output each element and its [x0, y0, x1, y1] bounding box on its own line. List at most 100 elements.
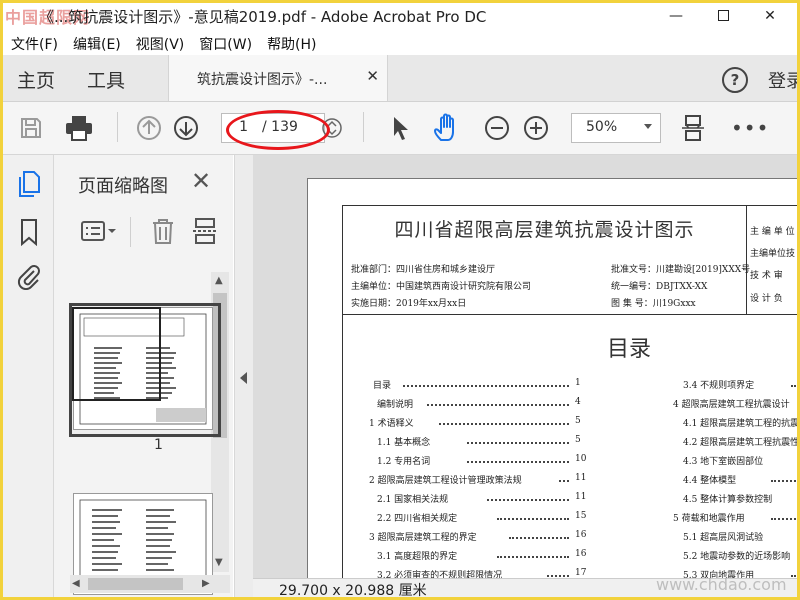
close-window-button[interactable]: ✕	[747, 3, 793, 28]
scroll-right-arrow-icon[interactable]: ▶	[202, 578, 210, 589]
toc-entry[interactable]: 4.3 地下室嵌固部位	[683, 454, 763, 467]
meta-atlas-no: 图 集 号：川19Gxxx	[611, 299, 696, 309]
toc-page-number: 16	[575, 530, 587, 540]
side-block: 主 编 单 位 主编单位技 技 术 审 设 计 负	[746, 206, 797, 315]
scroll-left-arrow-icon[interactable]: ◀	[72, 578, 80, 589]
zoom-value: 50%	[586, 119, 618, 135]
close-panel-icon[interactable]: ✕	[191, 167, 211, 195]
help-icon[interactable]: ?	[722, 67, 748, 93]
menu-edit[interactable]: 编辑(E)	[65, 30, 128, 54]
toc-page-number: 11	[575, 473, 587, 483]
panel-collapse-handle[interactable]	[234, 155, 254, 597]
toc-entry[interactable]: 3 超限高层建筑工程的界定	[369, 530, 477, 543]
panel-title: 页面缩略图	[78, 176, 168, 197]
page-size-readout: 29.700 x 20.988 厘米	[279, 583, 427, 599]
title-block: 四川省超限高层建筑抗震设计图示 批准部门：四川省住房和城乡建设厅 主编单位：中国…	[343, 206, 751, 315]
next-page-icon[interactable]	[170, 112, 202, 144]
toc-entry[interactable]: 3.1 高度超限的界定	[377, 549, 457, 562]
fit-page-icon[interactable]	[677, 112, 709, 144]
toc-leader-dots	[559, 480, 569, 482]
bookmark-icon[interactable]	[16, 217, 42, 247]
toc-entry[interactable]: 1 术语释义	[369, 416, 414, 429]
sign-in-link[interactable]: 登录	[768, 67, 797, 93]
toc-leader-dots	[547, 575, 569, 577]
toc-page-number: 10	[575, 454, 587, 464]
toc-entry[interactable]: 2.1 国家相关法规	[377, 492, 448, 505]
thumbnail-options-icon[interactable]	[80, 213, 118, 249]
toc-entry[interactable]: 4 超限高层建筑工程抗震设计	[673, 397, 790, 410]
maximize-button[interactable]	[700, 3, 746, 28]
menu-help[interactable]: 帮助(H)	[259, 30, 323, 54]
menu-window[interactable]: 窗口(W)	[191, 30, 259, 54]
toc-page-number: 15	[575, 511, 587, 521]
toc-page-number: 17	[575, 568, 587, 578]
toc-entry[interactable]: 4.1 超限高层建筑工程的抗震设防	[683, 416, 797, 429]
extract-page-icon[interactable]	[192, 213, 218, 249]
scroll-down-arrow-icon[interactable]: ▼	[215, 557, 223, 568]
toc-page-number: 1	[575, 378, 581, 388]
print-icon[interactable]	[63, 112, 95, 144]
toc-entry[interactable]: 4.5 整体计算参数控制	[683, 492, 772, 505]
toc-entry[interactable]: 4.4 整体模型	[683, 473, 736, 486]
close-icon: ✕	[764, 7, 776, 24]
zoom-in-icon[interactable]	[520, 112, 552, 144]
toc-leader-dots	[497, 518, 569, 520]
toc-leader-dots	[427, 404, 569, 406]
meta-approval-dept: 批准部门：四川省住房和城乡建设厅	[351, 265, 496, 275]
toc-leader-dots	[771, 480, 797, 482]
side-row: 主 编 单 位	[750, 227, 795, 237]
toc-entry[interactable]: 5 荷载和地震作用	[673, 511, 745, 524]
scroll-up-arrow-icon[interactable]: ▲	[215, 275, 223, 286]
toc-page-number: 5	[575, 435, 581, 445]
meta-unified-no: 统一编号：DBJTXX-XX	[611, 282, 708, 292]
tab-document[interactable]: 筑抗震设计图示》-... ✕	[168, 55, 388, 101]
zoom-out-icon[interactable]	[481, 112, 513, 144]
minimize-button[interactable]: —	[653, 3, 699, 28]
thumbnail-hscroll-thumb[interactable]	[88, 578, 183, 590]
pdf-page: 四川省超限高层建筑抗震设计图示 批准部门：四川省住房和城乡建设厅 主编单位：中国…	[307, 178, 797, 597]
previous-page-icon[interactable]	[133, 112, 165, 144]
toc-entry[interactable]: 3.4 不规则项界定	[683, 378, 754, 391]
toc-leader-dots	[467, 442, 569, 444]
toolbar: 1 / 139 50% •••	[3, 102, 797, 155]
toolbar-separator	[117, 112, 118, 142]
toc-entry[interactable]: 编制说明	[377, 397, 413, 410]
toc-entry[interactable]: 4.2 超限高层建筑工程抗震性能化	[683, 435, 797, 448]
save-icon[interactable]	[15, 112, 47, 144]
toc-entry[interactable]: 1.1 基本概念	[377, 435, 430, 448]
toc-entry[interactable]: 目录	[373, 378, 391, 391]
side-row: 技 术 审	[750, 271, 783, 281]
toc-entry[interactable]: 2.2 四川省相关规定	[377, 511, 457, 524]
page-thumbnails-icon[interactable]	[16, 169, 42, 199]
thumbnail-view-rectangle[interactable]	[72, 307, 161, 401]
menu-file[interactable]: 文件(F)	[3, 30, 65, 54]
tab-bar: 主页 工具 筑抗震设计图示》-... ✕ ? 登录	[3, 55, 797, 102]
toc-entry[interactable]: 5.2 地震动参数的近场影响	[683, 549, 790, 562]
select-cursor-icon[interactable]	[385, 112, 417, 144]
toc-page-number: 5	[575, 416, 581, 426]
menu-view[interactable]: 视图(V)	[128, 30, 192, 54]
more-tools-icon[interactable]: •••	[731, 116, 769, 140]
watermark: www.chdao.com	[656, 575, 787, 594]
toc-entry[interactable]: 2 超限高层建筑工程设计管理政策法规	[369, 473, 522, 486]
red-annotation-ellipse	[226, 110, 330, 150]
toc-entry[interactable]: 1.2 专用名词	[377, 454, 430, 467]
zoom-dropdown[interactable]: 50%	[571, 113, 661, 143]
attachment-icon[interactable]	[16, 261, 42, 291]
hand-tool-icon[interactable]	[431, 112, 463, 144]
toc-entry[interactable]: 5.1 超高层风洞试验	[683, 530, 763, 543]
toc-leader-dots	[467, 461, 569, 463]
panel-separator	[130, 217, 131, 247]
tab-home[interactable]: 主页	[17, 66, 55, 93]
tab-tools[interactable]: 工具	[87, 66, 125, 93]
toc-leader-dots	[487, 499, 569, 501]
document-tab-label: 筑抗震设计图示》-...	[197, 72, 328, 88]
close-tab-icon[interactable]: ✕	[366, 67, 379, 85]
title-bar: 中国超限网 《...筑抗震设计图示》-意见稿2019.pdf - Adobe A…	[3, 3, 797, 28]
toc-leader-dots	[791, 575, 797, 577]
meta-approval-no: 批准文号：川建勘设[2019]XXX号	[611, 265, 751, 275]
window-title: 《...筑抗震设计图示》-意见稿2019.pdf - Adobe Acrobat…	[39, 8, 487, 26]
toc-leader-dots	[509, 537, 569, 539]
delete-page-icon[interactable]	[150, 213, 176, 249]
document-view[interactable]: 四川省超限高层建筑抗震设计图示 批准部门：四川省住房和城乡建设厅 主编单位：中国…	[253, 155, 797, 597]
